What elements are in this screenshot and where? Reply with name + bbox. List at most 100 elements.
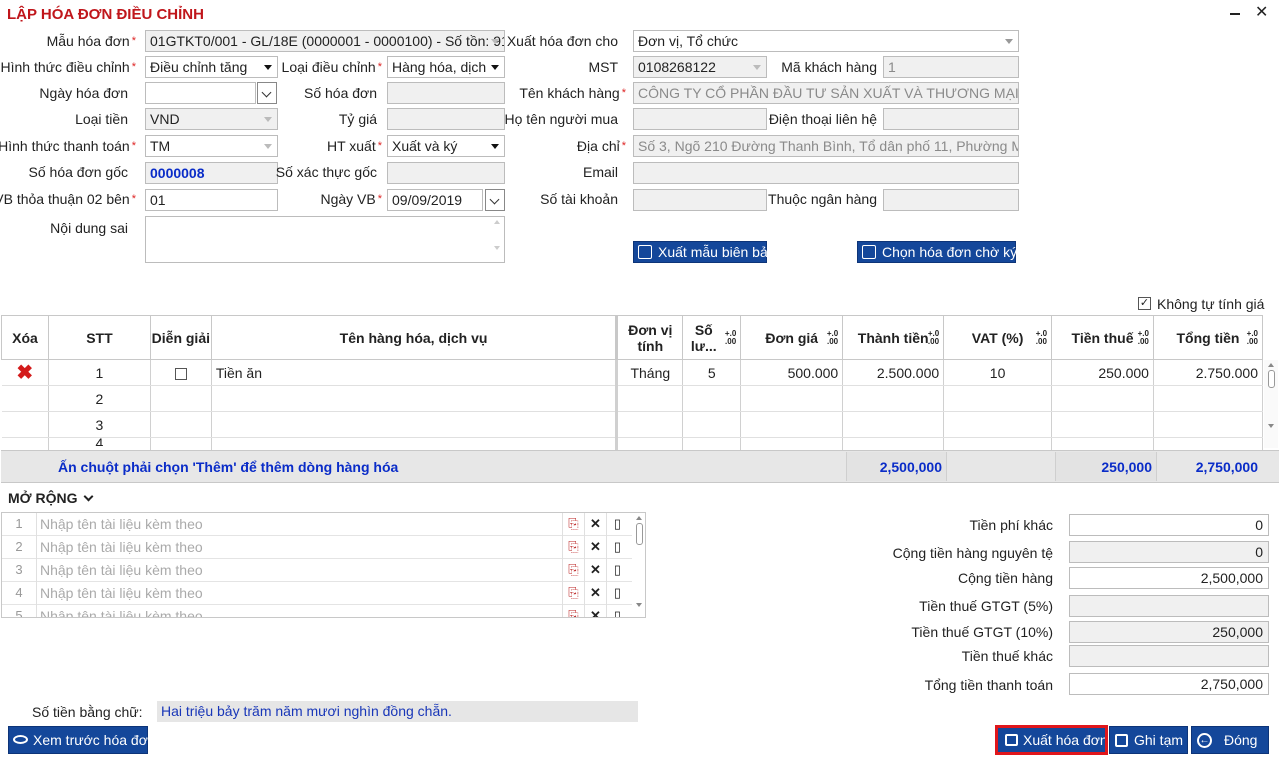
delete-icon[interactable]: ✕ xyxy=(584,513,606,536)
col-header-don-gia[interactable]: Đơn giá +.0.00 xyxy=(740,315,844,360)
ten-khach-hang-input[interactable]: CÔNG TY CỔ PHẦN ĐẦU TƯ SẢN XUẤT VÀ THƯƠN… xyxy=(633,82,1019,104)
decimal-format-icon[interactable]: +.0.00 xyxy=(1247,330,1258,346)
row-tien-thue[interactable] xyxy=(1051,411,1154,438)
loai-tien-select[interactable]: VND xyxy=(145,108,278,130)
col-header-dien-giai[interactable]: Diễn giải xyxy=(149,315,212,360)
so-tai-khoan-input[interactable] xyxy=(633,189,767,211)
so-xac-thuc-goc-input[interactable] xyxy=(387,162,505,184)
delete-icon[interactable]: ✕ xyxy=(584,582,606,605)
list-item[interactable]: 3 Nhập tên tài liệu kèm theo ⎘ ✕ ▯ xyxy=(2,559,632,582)
hinh-thuc-thanh-toan-select[interactable]: TM xyxy=(145,135,278,157)
decimal-format-icon[interactable]: +.0.00 xyxy=(725,330,736,346)
email-input[interactable] xyxy=(633,162,1019,184)
row-tong-tien[interactable] xyxy=(1153,385,1264,412)
col-header-ten-hang[interactable]: Tên hàng hóa, dịch vụ xyxy=(210,315,619,360)
row-thanh-tien[interactable]: 2.500.000 xyxy=(842,359,945,386)
row-tien-thue[interactable]: 250.000 xyxy=(1051,359,1154,386)
row-don-gia[interactable]: 500.000 xyxy=(740,359,844,386)
row-ten-hang[interactable] xyxy=(211,411,619,438)
row-ten-hang[interactable] xyxy=(211,385,619,412)
ho-ten-nguoi-mua-input[interactable] xyxy=(633,108,767,130)
dien-giai-checkbox[interactable] xyxy=(174,367,187,380)
dong-button[interactable]: ← Đóng xyxy=(1191,726,1269,754)
ghi-tam-button[interactable]: Ghi tạm xyxy=(1109,726,1188,754)
mau-hoa-don-select[interactable]: 01GTKT0/001 - GL/18E (0000001 - 0000100)… xyxy=(145,30,505,52)
grid-scrollbar[interactable] xyxy=(1264,360,1278,448)
col-header-thanh-tien[interactable]: Thành tiền +.0.00 xyxy=(842,315,945,360)
calendar-dropdown-icon[interactable] xyxy=(485,189,505,211)
file-icon[interactable]: ▯ xyxy=(606,582,628,605)
dien-thoai-input[interactable] xyxy=(883,108,1019,130)
attachment-name-input[interactable]: Nhập tên tài liệu kèm theo xyxy=(40,584,203,602)
ngay-hoa-don-input[interactable] xyxy=(145,82,256,104)
mst-select[interactable]: 0108268122 xyxy=(633,56,767,78)
noi-dung-sai-textarea[interactable] xyxy=(145,216,505,263)
delete-icon[interactable]: ✕ xyxy=(584,536,606,559)
scroll-thumb[interactable] xyxy=(1267,370,1275,388)
row-vat[interactable] xyxy=(943,385,1053,412)
xuat-hoa-don-cho-select[interactable]: Đơn vị, Tổ chức xyxy=(633,30,1019,52)
table-row[interactable]: 2 xyxy=(1,385,1264,412)
row-don-vi-tinh[interactable] xyxy=(616,385,684,412)
loai-dieu-chinh-select[interactable]: Hàng hóa, dịch xyxy=(387,56,505,78)
list-item[interactable]: 4 Nhập tên tài liệu kèm theo ⎘ ✕ ▯ xyxy=(2,582,632,605)
row-thanh-tien[interactable] xyxy=(842,385,945,412)
row-tong-tien[interactable]: 2.750.000 xyxy=(1153,359,1264,386)
decimal-format-icon[interactable]: +.0.00 xyxy=(827,330,838,346)
file-icon[interactable]: ▯ xyxy=(606,536,628,559)
dia-chi-input[interactable]: Số 3, Ngõ 210 Đường Thanh Bình, Tổ dân p… xyxy=(633,135,1019,157)
scroll-thumb[interactable] xyxy=(635,523,643,545)
decimal-format-icon[interactable]: +.0.00 xyxy=(1036,330,1047,346)
attachment-name-input[interactable]: Nhập tên tài liệu kèm theo xyxy=(40,538,203,556)
row-tong-tien[interactable] xyxy=(1153,411,1264,438)
attach-icon[interactable]: ⎘ xyxy=(562,605,584,617)
delete-icon[interactable]: ✕ xyxy=(584,605,606,617)
decimal-format-icon[interactable]: +.0.00 xyxy=(1138,330,1149,346)
list-item[interactable]: 1 Nhập tên tài liệu kèm theo ⎘ ✕ ▯ xyxy=(2,513,632,536)
scrollbar[interactable] xyxy=(490,217,504,262)
tien-thue-khac-input[interactable] xyxy=(1069,645,1269,667)
row-don-gia[interactable] xyxy=(740,385,844,412)
close-icon[interactable]: ✕ xyxy=(1255,5,1268,21)
col-header-tien-thue[interactable]: Tiền thuế +.0.00 xyxy=(1051,315,1154,360)
ngay-vb-input[interactable]: 09/09/2019 xyxy=(387,189,483,211)
khong-tu-tinh-gia-tri-checkbox[interactable]: ✓ xyxy=(1138,297,1151,310)
row-don-vi-tinh[interactable] xyxy=(616,411,684,438)
attachment-name-input[interactable]: Nhập tên tài liệu kèm theo xyxy=(40,561,203,579)
table-row[interactable]: ✖ 1 Tiền ăn Tháng 5 500.000 2.500.000 10… xyxy=(1,359,1264,386)
row-don-vi-tinh[interactable]: Tháng xyxy=(616,359,684,386)
row-so-luong[interactable] xyxy=(682,385,742,412)
ty-gia-input[interactable] xyxy=(387,108,505,130)
attach-icon[interactable]: ⎘ xyxy=(562,513,584,536)
xem-truoc-hoa-don-button[interactable]: Xem trước hóa đơn xyxy=(8,726,156,754)
attachment-name-input[interactable]: Nhập tên tài liệu kèm theo xyxy=(40,607,203,617)
col-header-so-luong[interactable]: Số lư... +.0.00 xyxy=(682,315,742,360)
xuat-hoa-don-button[interactable]: Xuất hóa đơn xyxy=(995,725,1108,755)
row-vat[interactable] xyxy=(943,411,1053,438)
col-header-tong-tien[interactable]: Tổng tiền +.0.00 xyxy=(1152,315,1264,360)
attach-icon[interactable]: ⎘ xyxy=(562,582,584,605)
hinh-thuc-dieu-chinh-select[interactable]: Điều chỉnh tăng xyxy=(145,56,278,78)
ht-xuat-select[interactable]: Xuất và ký xyxy=(387,135,505,157)
chon-hoa-don-cho-ky-button[interactable]: Chọn hóa đơn chờ ký xyxy=(857,241,1017,263)
vb-thoa-thuan-input[interactable]: 01 xyxy=(145,189,278,211)
cong-tien-hang-nguyen-te-input[interactable]: 0 xyxy=(1069,541,1269,563)
thuoc-ngan-hang-input[interactable] xyxy=(883,189,1019,211)
delete-row-icon[interactable]: ✖ xyxy=(1,359,49,386)
attachments-scrollbar[interactable] xyxy=(632,513,645,617)
row-so-luong[interactable] xyxy=(682,411,742,438)
calendar-dropdown-icon[interactable] xyxy=(257,82,277,104)
row-tien-thue[interactable] xyxy=(1051,385,1154,412)
attachment-name-input[interactable]: Nhập tên tài liệu kèm theo xyxy=(40,515,203,533)
tien-phi-khac-input[interactable]: 0 xyxy=(1069,514,1269,536)
xuat-mau-bien-ban-button[interactable]: Xuất mẫu biên bản xyxy=(633,241,776,263)
cong-tien-hang-input[interactable]: 2,500,000 xyxy=(1069,567,1269,589)
ma-khach-hang-input[interactable]: 1 xyxy=(883,56,1019,78)
table-row[interactable]: 3 xyxy=(1,411,1264,438)
delete-icon[interactable]: ✕ xyxy=(584,559,606,582)
row-don-gia[interactable] xyxy=(740,411,844,438)
list-item[interactable]: 2 Nhập tên tài liệu kèm theo ⎘ ✕ ▯ xyxy=(2,536,632,559)
tien-thue-gtgt-5-input[interactable] xyxy=(1069,595,1269,617)
row-so-luong[interactable]: 5 xyxy=(682,359,742,386)
col-header-vat[interactable]: VAT (%) +.0.00 xyxy=(943,315,1053,360)
